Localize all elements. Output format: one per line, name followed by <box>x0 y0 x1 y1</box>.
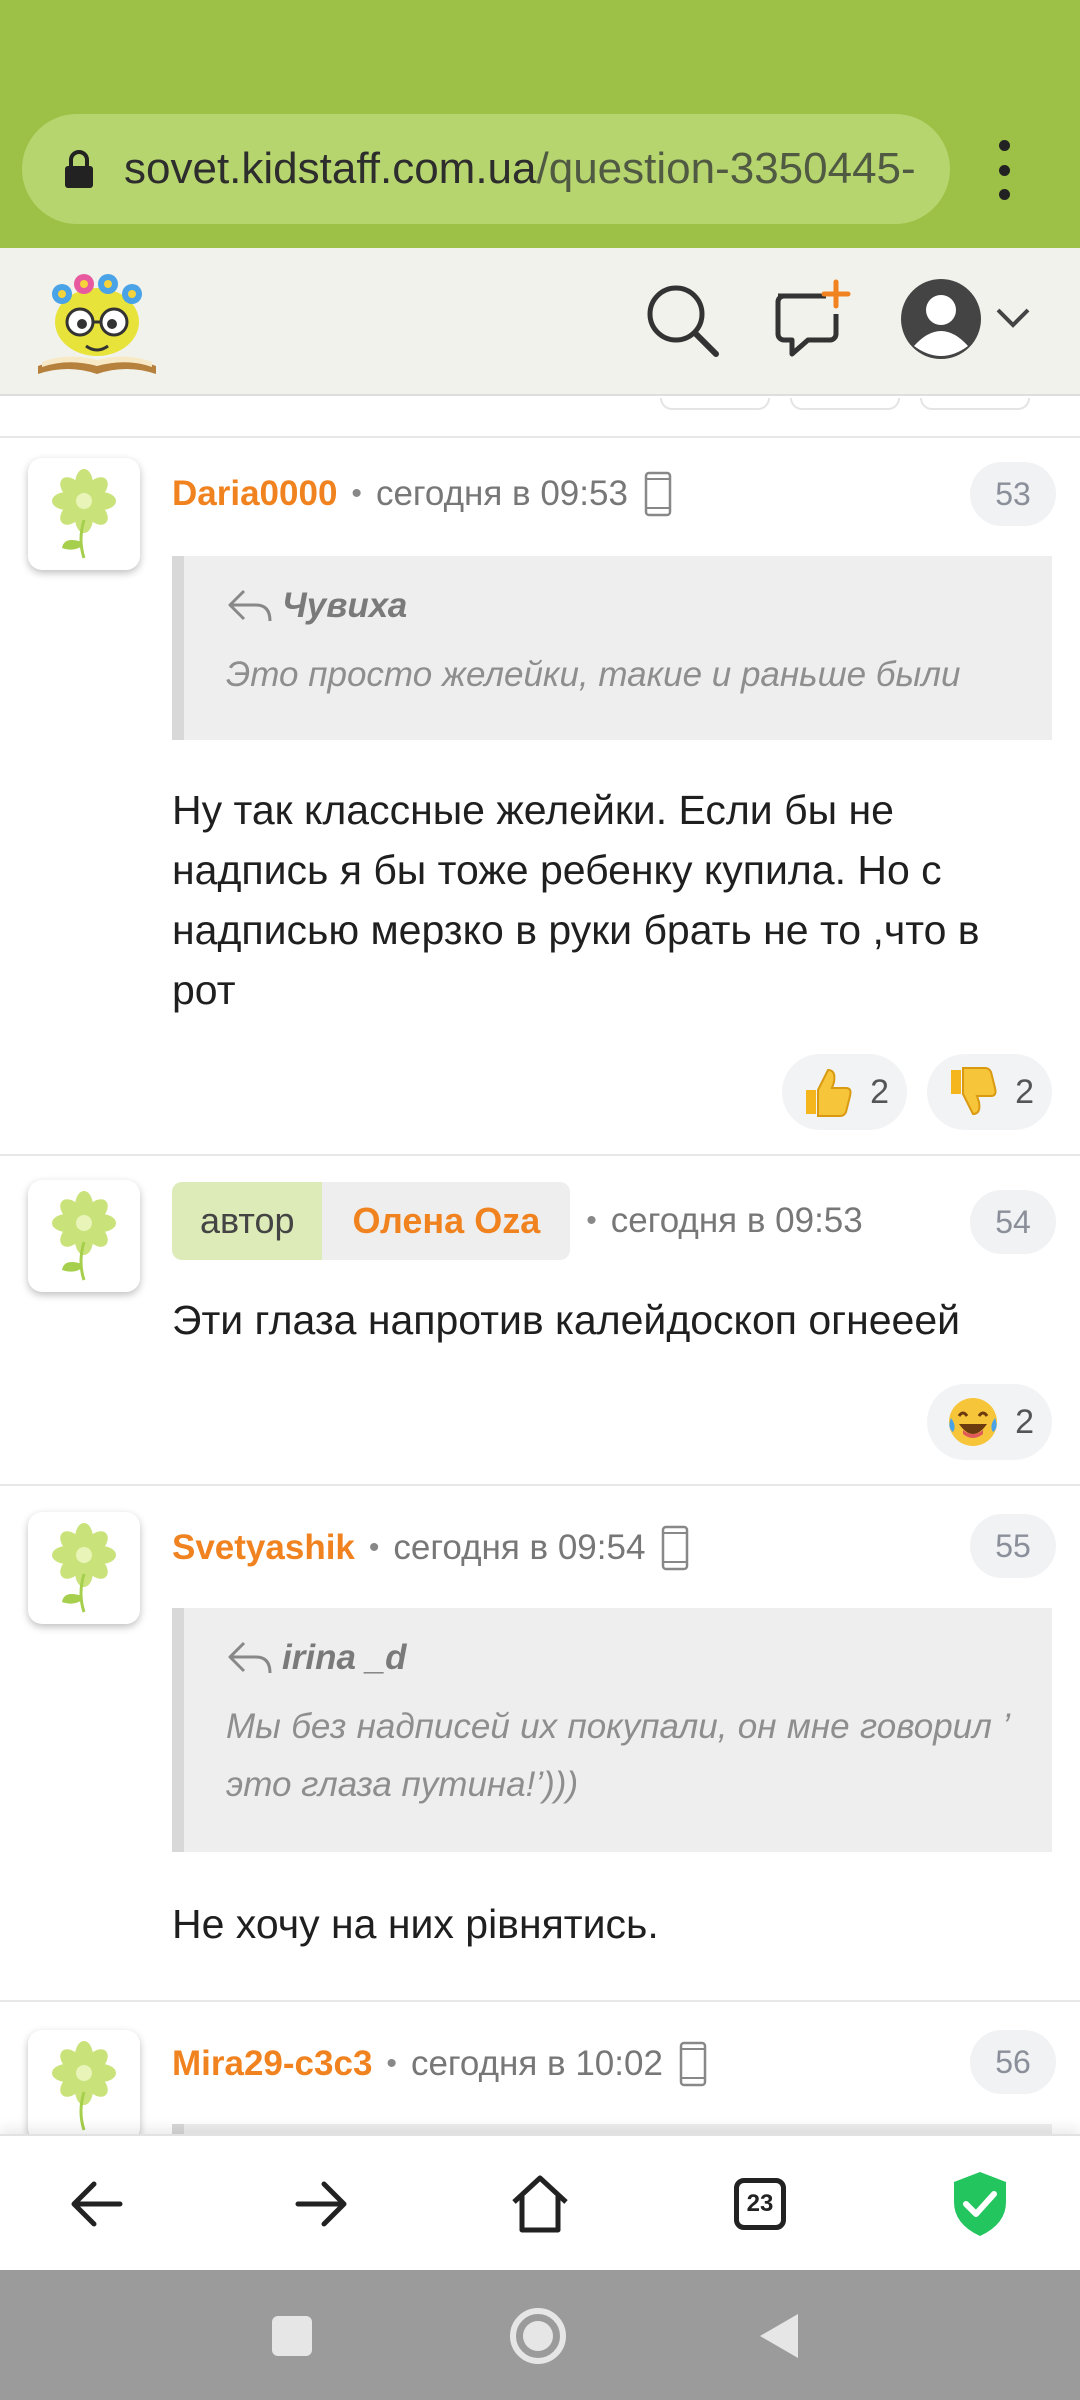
recents-icon[interactable] <box>256 2300 328 2372</box>
reply-arrow-icon <box>228 1641 272 1674</box>
comment-body: Эти глаза напротив калейдоскоп огнееей <box>172 1297 961 1343</box>
quote-author: irina _d <box>226 1638 1052 1678</box>
home-icon[interactable] <box>502 2166 578 2242</box>
like-reaction[interactable]: 2 <box>782 1054 908 1130</box>
thumbs-down-icon <box>951 1067 997 1116</box>
back-triangle-icon[interactable] <box>746 2300 818 2372</box>
comment-54: автор Олена Oza • сегодня в 09:53 54 Эти… <box>0 1156 1080 1486</box>
laugh-reaction[interactable]: 2 <box>927 1384 1052 1460</box>
quote-author: Чувиха <box>226 586 1052 626</box>
timestamp: сегодня в 09:53 <box>375 474 628 513</box>
comment-55: Svetyashik • сегодня в 09:54 55 irina _d… <box>0 1486 1080 2002</box>
site-header <box>0 248 1080 396</box>
laughing-tears-icon <box>949 1398 998 1446</box>
timestamp: сегодня в 09:54 <box>393 1528 646 1567</box>
comment-53: Daria0000 • сегодня в 09:53 53 Чувиха Эт… <box>0 436 1080 1156</box>
tabs-count: 23 <box>734 2178 786 2230</box>
laugh-count: 2 <box>1015 1402 1034 1441</box>
flower-avatar-icon <box>52 2041 116 2131</box>
quote-text: Мы без надписей их покупали, он мне гово… <box>226 1707 1010 1804</box>
reaction-remnant <box>660 398 770 410</box>
tabs-button[interactable]: 23 <box>722 2166 798 2242</box>
reaction-remnant <box>920 398 1030 410</box>
comment-meta: Mira29-c3c3 • сегодня в 10:02 <box>172 2034 707 2094</box>
browser-toolbar: sovet.kidstaff.com.ua/question-3350445- <box>0 0 1080 248</box>
reply-arrow-icon <box>228 589 272 622</box>
reaction-row: 2 <box>927 1384 1052 1460</box>
comment-meta: Svetyashik • сегодня в 09:54 <box>172 1518 689 1578</box>
forward-arrow-icon[interactable] <box>282 2166 358 2242</box>
comment-number[interactable]: 55 <box>970 1514 1056 1578</box>
user-avatar-icon[interactable] <box>898 276 984 362</box>
browser-bottom-nav: 23 <box>0 2134 1080 2270</box>
username[interactable]: Mira29-c3c3 <box>172 2044 372 2084</box>
avatar[interactable] <box>28 458 140 570</box>
username[interactable]: Daria0000 <box>172 474 337 514</box>
quote-block: irina _d Мы без надписей их покупали, он… <box>172 1608 1052 1852</box>
quote-block: Чувиха Это просто желейки, такие и раньш… <box>172 556 1052 740</box>
search-icon[interactable] <box>640 278 724 362</box>
comment-body: Ну так классные желейки. Если бы не надп… <box>172 787 980 1013</box>
flower-avatar-icon <box>52 1523 116 1613</box>
quote-text: Это просто желейки, такие и раньше были <box>226 655 961 694</box>
kidstaff-logo[interactable] <box>34 270 160 378</box>
mobile-device-icon <box>662 1525 689 1571</box>
author-label: автор <box>172 1182 323 1260</box>
quote-block <box>172 2124 1052 2134</box>
timestamp: сегодня в 10:02 <box>410 2044 663 2083</box>
reaction-row: 2 2 <box>782 1054 1052 1130</box>
author-badge[interactable]: автор Олена Oza <box>172 1182 571 1260</box>
comment-number[interactable]: 54 <box>970 1190 1056 1254</box>
username[interactable]: Svetyashik <box>172 1528 355 1568</box>
back-arrow-icon[interactable] <box>60 2166 136 2242</box>
like-count: 2 <box>870 1072 890 1111</box>
shield-check-icon[interactable] <box>942 2166 1018 2242</box>
comment-meta: автор Олена Oza • сегодня в 09:53 <box>172 1182 863 1260</box>
browser-menu-button[interactable] <box>990 140 1018 200</box>
avatar[interactable] <box>28 1180 140 1292</box>
avatar[interactable] <box>28 1512 140 1624</box>
comment-56: Mira29-c3c3 • сегодня в 10:02 56 <box>0 2002 1080 2134</box>
system-nav-bar <box>0 2270 1080 2400</box>
username[interactable]: Олена Oza <box>322 1182 571 1260</box>
url-text: sovet.kidstaff.com.ua/question-3350445- <box>124 144 916 194</box>
timestamp: сегодня в 09:53 <box>610 1201 863 1240</box>
comment-number[interactable]: 53 <box>970 462 1056 526</box>
thumbs-up-icon <box>806 1068 852 1117</box>
flower-avatar-icon <box>52 469 116 559</box>
comment-body: Не хочу на них рівнятись. <box>172 1901 659 1947</box>
url-host: sovet.kidstaff.com.ua <box>124 144 537 193</box>
comment-meta: Daria0000 • сегодня в 09:53 <box>172 464 672 524</box>
lock-icon <box>65 150 93 188</box>
chevron-down-icon[interactable] <box>994 304 1032 332</box>
address-bar[interactable]: sovet.kidstaff.com.ua/question-3350445- <box>22 114 950 224</box>
mobile-device-icon <box>644 471 672 517</box>
dislike-reaction[interactable]: 2 <box>927 1054 1052 1130</box>
url-path: /question-3350445- <box>536 144 916 193</box>
flower-avatar-icon <box>52 1191 116 1281</box>
dislike-count: 2 <box>1015 1072 1034 1111</box>
avatar[interactable] <box>28 2030 140 2134</box>
comment-number[interactable]: 56 <box>970 2030 1056 2094</box>
home-circle-icon[interactable] <box>502 2300 574 2372</box>
reaction-remnant <box>790 398 900 410</box>
mobile-device-icon <box>679 2041 707 2087</box>
new-topic-icon[interactable] <box>770 278 854 362</box>
